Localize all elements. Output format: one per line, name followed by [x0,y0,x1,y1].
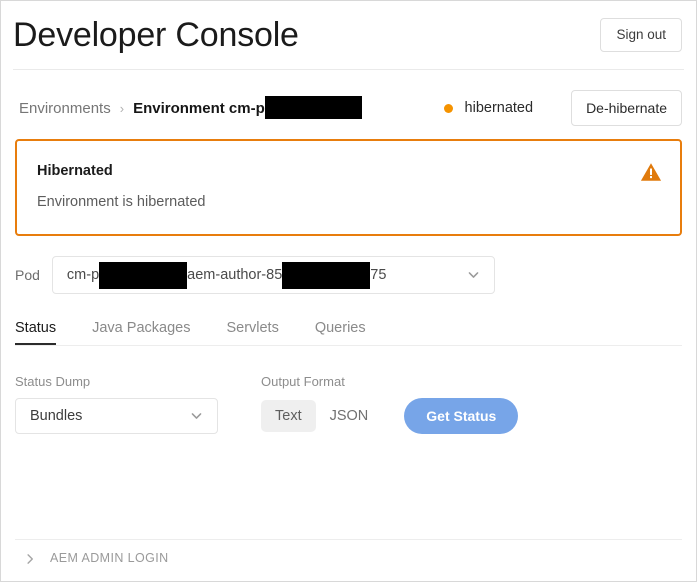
pod-row: Pod cm-p aem-author-85 75 [1,256,696,294]
environment-status-group: hibernated De-hibernate [443,90,682,126]
de-hibernate-button[interactable]: De-hibernate [571,90,682,126]
alert-title: Hibernated [37,163,113,179]
status-dump-group: Status Dump Bundles [15,374,218,434]
pod-label: Pod [15,267,40,283]
breadcrumb-current-environment: Environment cm-p [133,99,265,117]
get-status-button[interactable]: Get Status [404,398,519,434]
output-format-option-text[interactable]: Text [261,399,316,433]
header-divider [13,69,684,70]
aem-admin-login-accordion[interactable]: AEM ADMIN LOGIN [15,551,169,565]
status-dump-select[interactable]: Bundles [15,398,218,434]
chevron-down-icon [190,410,203,423]
warning-triangle-icon [640,161,662,183]
status-dot-icon [443,103,453,113]
status-controls: Status Dump Bundles Output Format Text J… [1,374,696,434]
tab-queries[interactable]: Queries [315,320,366,345]
output-format-group: Output Format Text JSON Get Status [261,374,519,434]
hibernated-alert: Hibernated Environment is hibernated [15,139,682,236]
tab-bar-divider [15,345,682,346]
pod-select-value: cm-p aem-author-85 75 [66,261,387,289]
redaction-bar-environment-id [264,95,362,119]
status-dump-label: Status Dump [15,374,91,389]
alert-message: Environment is hibernated [37,194,206,210]
pod-value-suffix: 75 [370,267,387,283]
breadcrumb-row: Environments › Environment cm-p hibernat… [1,77,696,139]
page-header: Developer Console Sign out [1,1,696,69]
output-format-option-json[interactable]: JSON [316,400,383,433]
redaction-bar-pod-1 [99,261,188,289]
pod-select[interactable]: cm-p aem-author-85 75 [51,256,495,294]
status-dump-value: Bundles [30,408,83,424]
environment-status-label: hibernated [464,100,534,116]
footer-divider [15,539,682,540]
output-format-toggle: Text JSON Get Status [261,398,519,434]
pod-value-prefix: cm-p [66,267,100,283]
tab-status[interactable]: Status [15,320,57,345]
redaction-bar-pod-2 [282,261,371,289]
developer-console-page: Developer Console Sign out Environments … [0,0,697,582]
breadcrumb-separator-icon: › [119,100,125,116]
output-format-label: Output Format [261,374,345,389]
chevron-right-icon [24,552,36,564]
chevron-down-icon [467,269,480,282]
tab-bar: Status Java Packages Servlets Queries [1,320,696,345]
aem-admin-login-label: AEM ADMIN LOGIN [50,551,169,565]
breadcrumb-environments-link[interactable]: Environments [19,100,111,117]
tab-servlets[interactable]: Servlets [226,320,278,345]
sign-out-button[interactable]: Sign out [600,18,682,52]
pod-value-middle: aem-author-85 [187,267,283,283]
tab-java-packages[interactable]: Java Packages [92,320,190,345]
page-title: Developer Console [13,16,299,54]
